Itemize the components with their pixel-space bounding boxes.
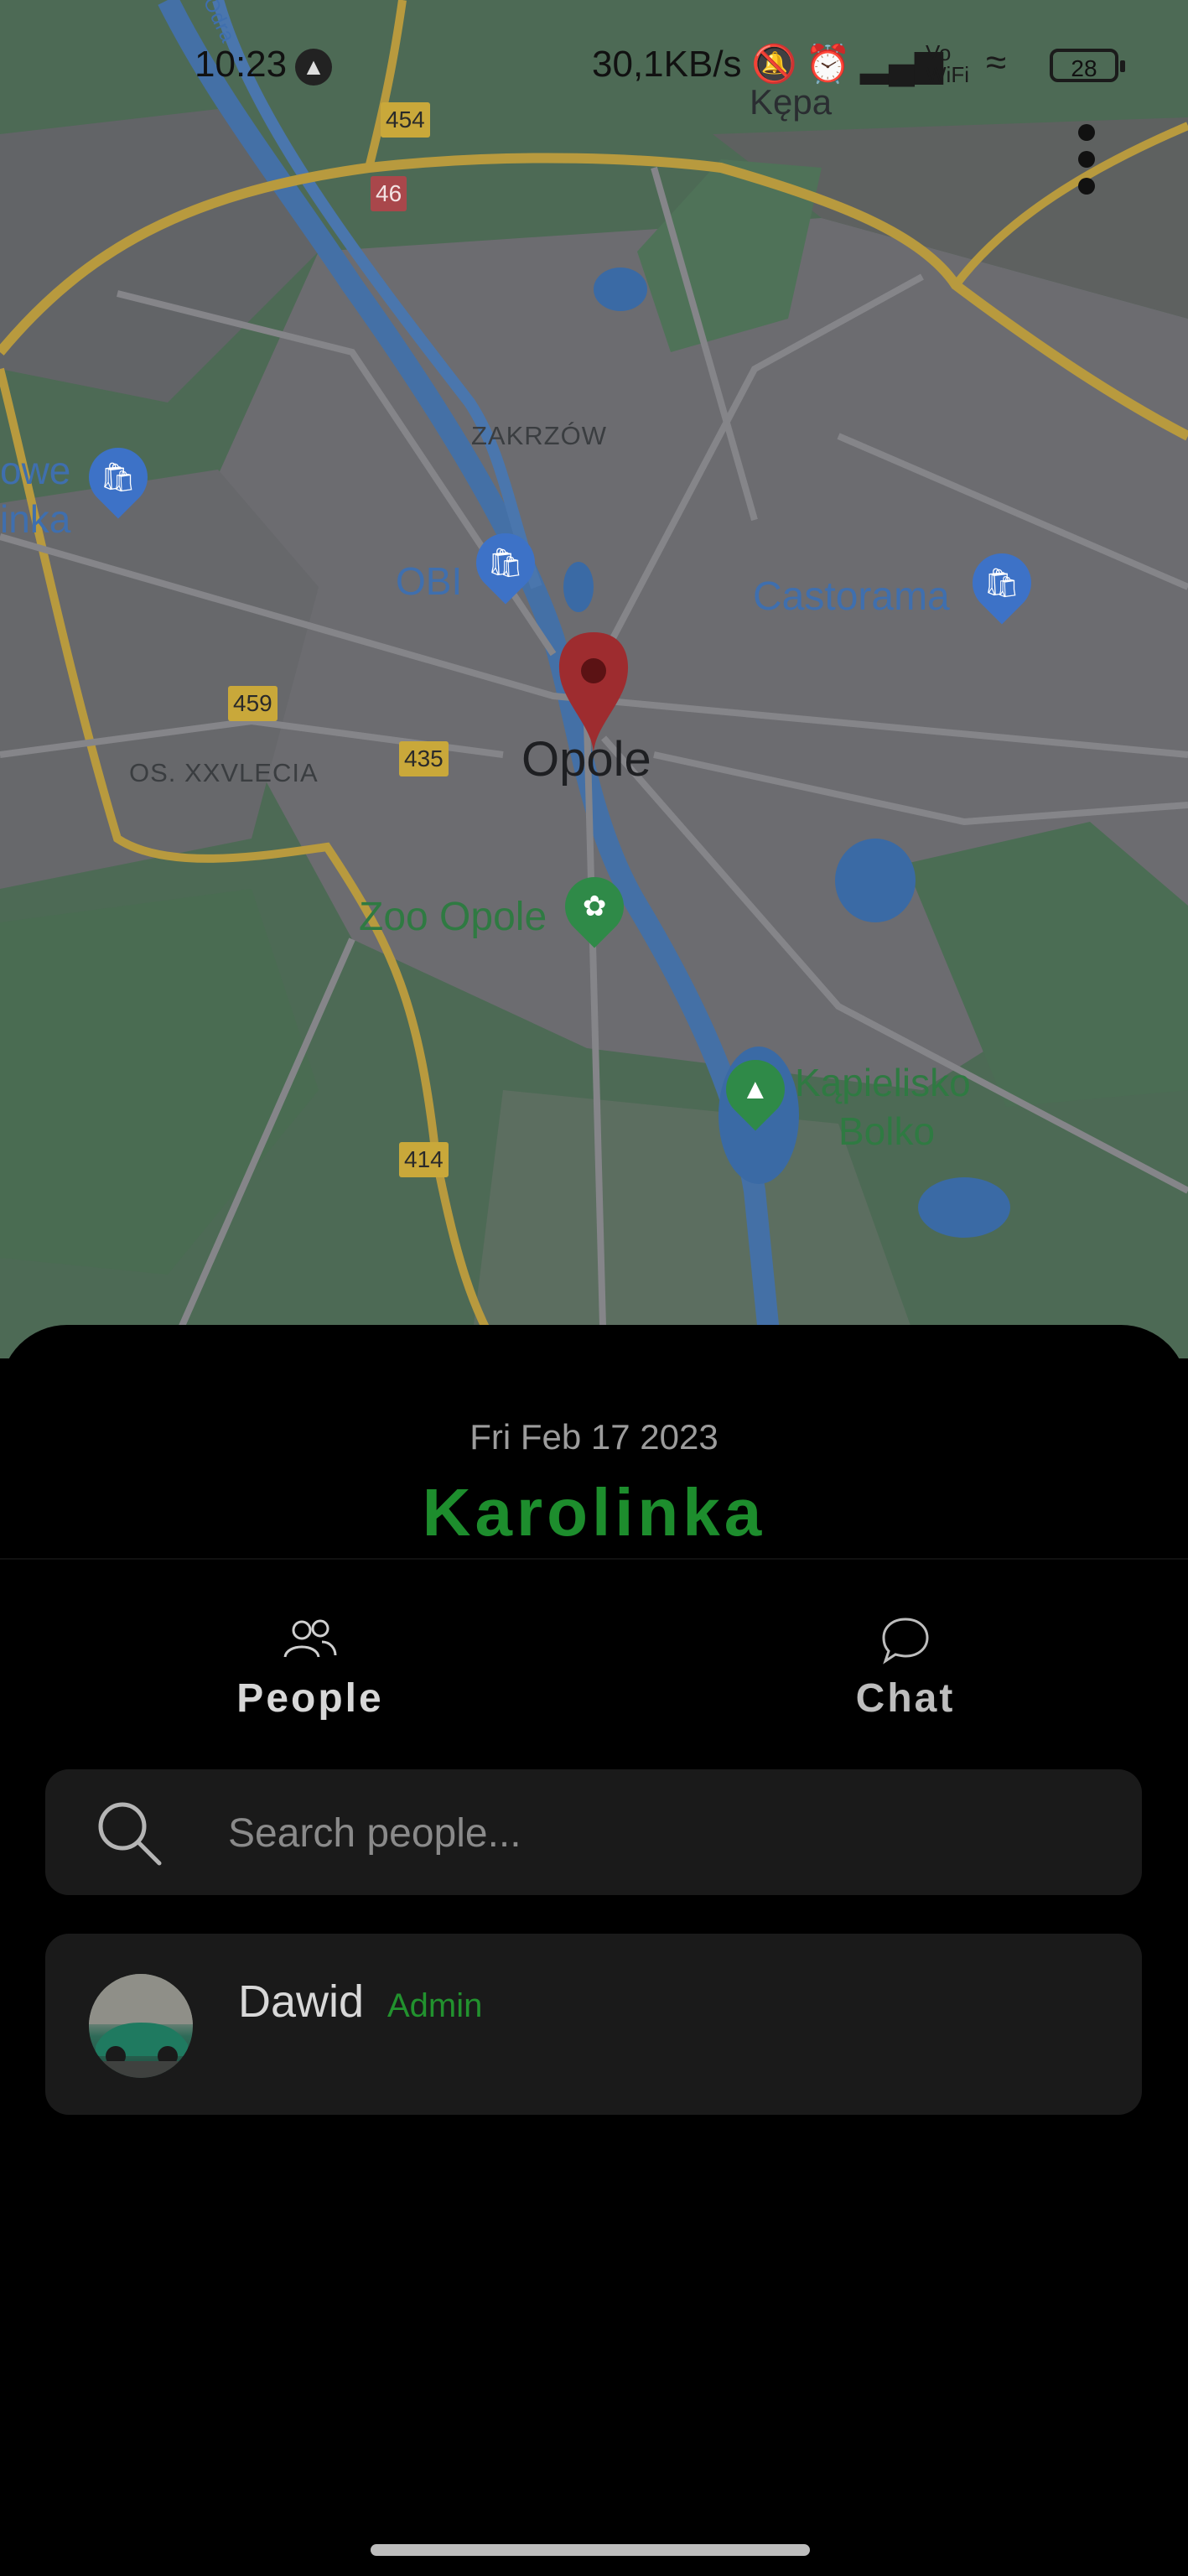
battery-icon: 28 — [1050, 49, 1125, 82]
tab-people-label: People — [236, 1676, 384, 1721]
bell-muted-icon: 🔕 — [751, 44, 797, 85]
person-name: Dawid — [238, 1976, 365, 2027]
status-time: 10:23 — [195, 44, 288, 85]
route-shield-454: 454 — [381, 102, 430, 138]
route-shield-46: 46 — [371, 176, 407, 211]
map-label-inka: inka — [0, 497, 71, 541]
group-date: Fri Feb 17 2023 — [469, 1417, 719, 1457]
wifi-icon: ≈ — [986, 42, 1007, 83]
navigation-arrow-icon: ▲ — [295, 49, 332, 86]
person-list-item[interactable]: Dawid Admin — [45, 1934, 1142, 2115]
map-label-zoo-opole: Zoo Opole — [359, 895, 547, 939]
route-shield-435: 435 — [399, 741, 449, 776]
map-label-obi: OBI — [396, 559, 463, 603]
home-indicator[interactable] — [371, 2544, 810, 2556]
vowifi-icon: Vo WiFi — [926, 40, 969, 87]
people-icon — [184, 1610, 436, 1669]
map-label-os-xxvlecia: OS. XXVLECIA — [129, 758, 319, 787]
tab-chat[interactable]: Chat — [780, 1610, 1031, 1722]
group-title: Karolinka — [422, 1475, 766, 1550]
search-input[interactable] — [226, 1794, 1102, 1872]
network-speed: 30,1KB/s — [592, 44, 742, 85]
route-shield-414: 414 — [399, 1142, 449, 1177]
map-view[interactable]: Odra Kępa ZAKRZÓW OBI Castorama owe inka… — [0, 0, 1188, 1358]
people-search[interactable] — [45, 1769, 1142, 1895]
map-label-opole: Opole — [521, 732, 651, 787]
tab-chat-label: Chat — [855, 1676, 956, 1721]
map-canvas — [0, 0, 1188, 1358]
tab-people[interactable]: People — [184, 1610, 436, 1722]
map-label-kapielisko: Kąpielisko — [795, 1061, 971, 1104]
map-label-castorama: Castorama — [753, 574, 950, 619]
map-label-zakrzow: ZAKRZÓW — [471, 421, 607, 450]
group-bottom-sheet: Fri Feb 17 2023 Karolinka People Chat Se… — [0, 1325, 1188, 2576]
alarm-icon: ⏰ — [805, 44, 851, 85]
chat-bubble-icon — [780, 1610, 1031, 1669]
search-icon — [98, 1802, 162, 1866]
route-shield-459: 459 — [228, 686, 278, 721]
avatar — [89, 1974, 193, 2078]
sheet-divider — [0, 1558, 1188, 1560]
map-label-bolko: Bolko — [838, 1109, 936, 1153]
more-options-icon[interactable] — [1070, 124, 1103, 208]
map-label-owe: owe — [0, 449, 71, 492]
person-role-badge: Admin — [387, 1987, 483, 2024]
status-bar: 10:23 ▲ 30,1KB/s 🔕 ⏰ ▂▄▆ Vo WiFi ≈ 28 — [0, 34, 1188, 101]
